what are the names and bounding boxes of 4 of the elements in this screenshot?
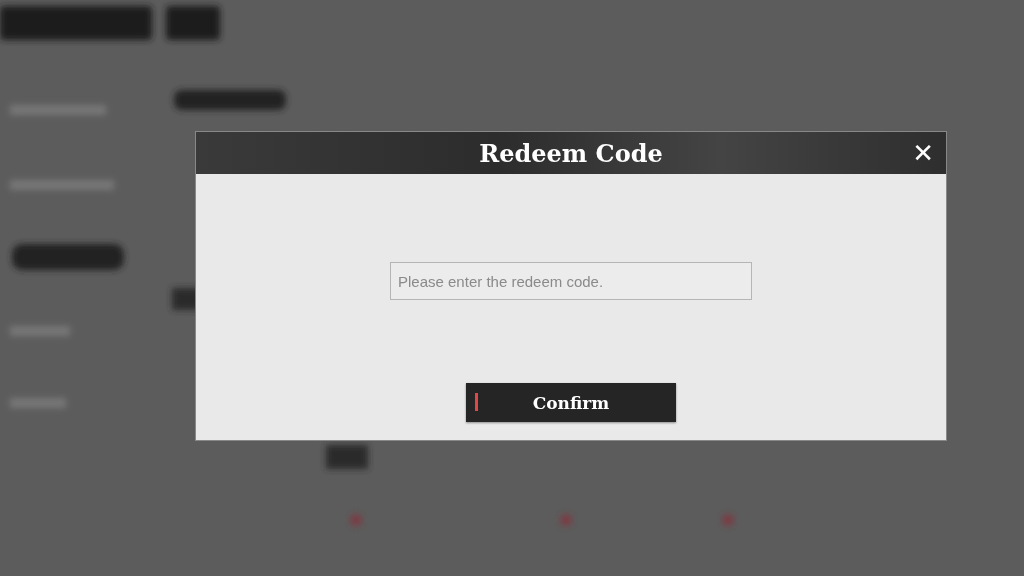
confirm-button[interactable]: Confirm: [466, 383, 676, 422]
dialog-title: Redeem Code: [479, 138, 663, 168]
redeem-code-input[interactable]: Please enter the redeem code.: [390, 262, 752, 300]
close-button[interactable]: ✕: [908, 136, 938, 170]
